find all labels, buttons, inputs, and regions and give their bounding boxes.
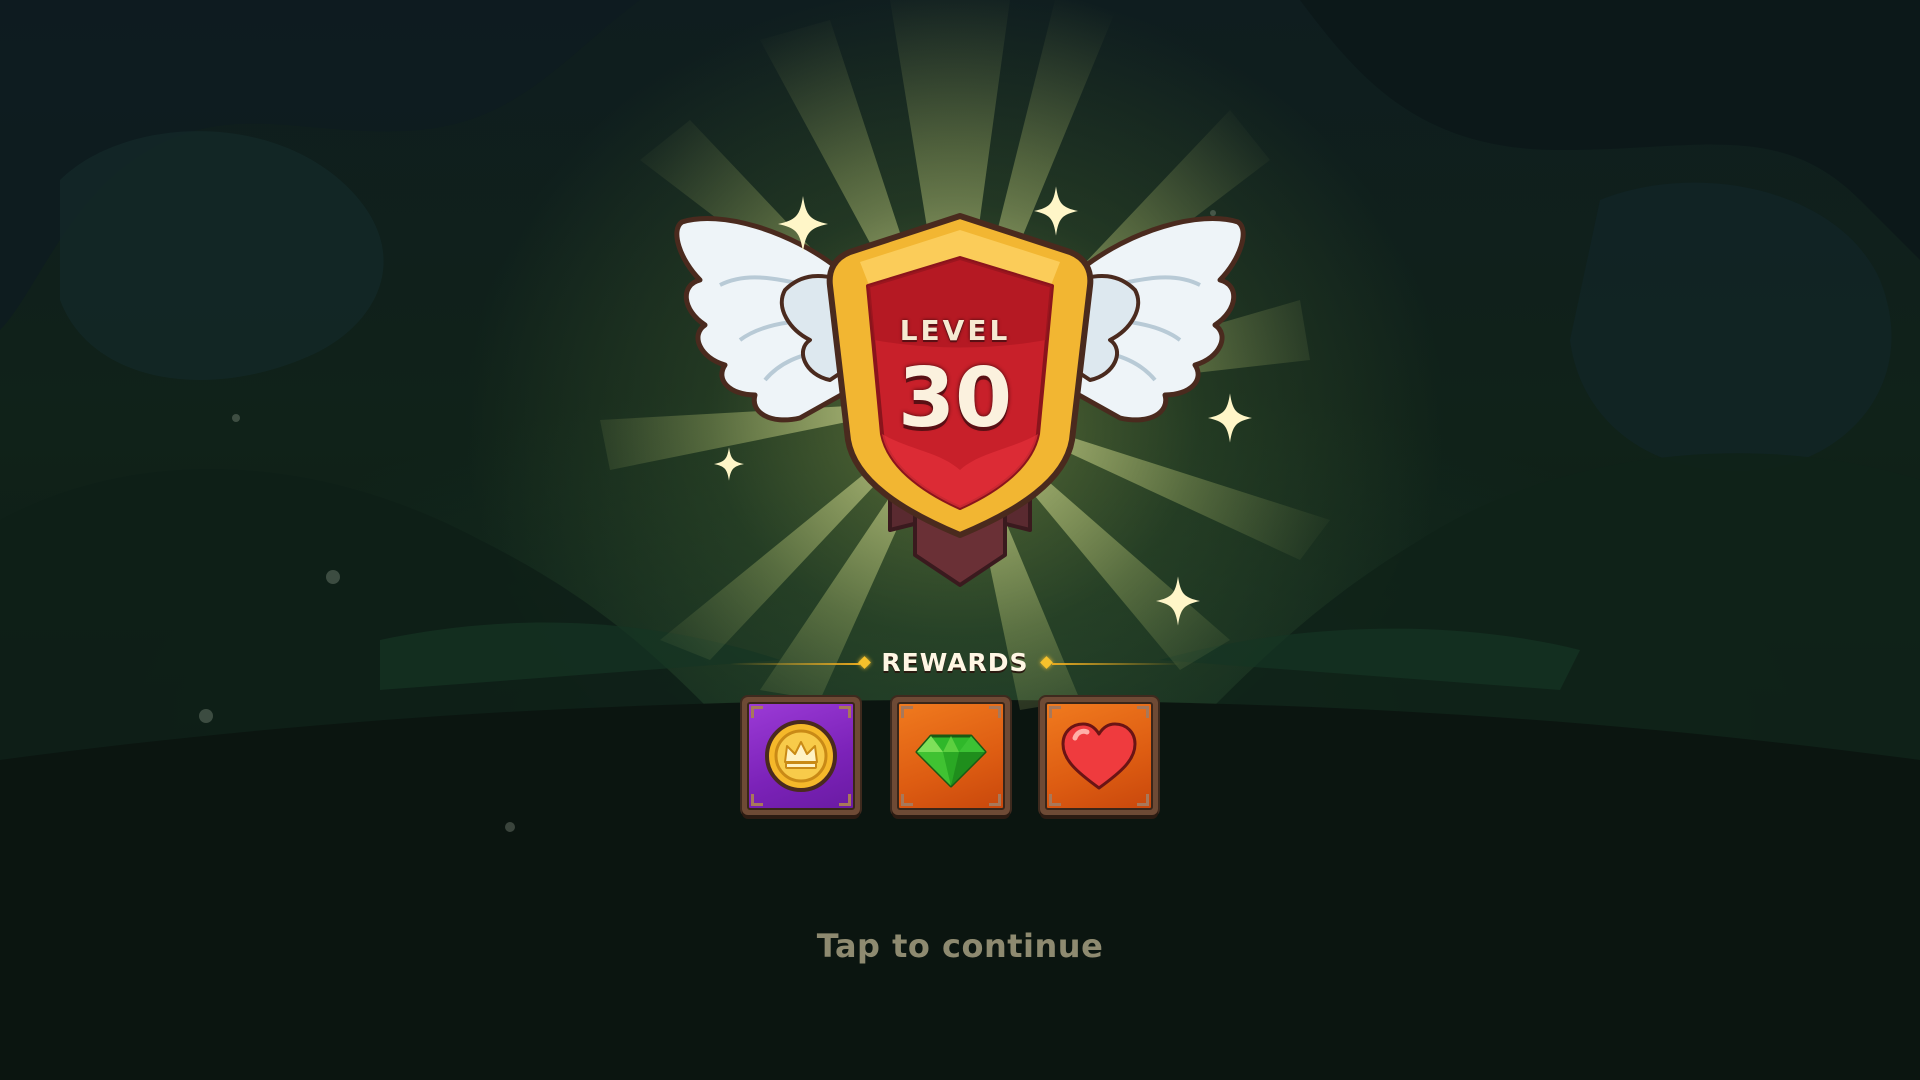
sparkle-icon [1208,393,1252,443]
level-number: 30 [897,351,1013,446]
reward-slot-crown-coin[interactable] [742,697,860,815]
divider-line [1052,663,1180,665]
green-gem-icon [915,734,987,788]
level-up-screen[interactable]: LEVEL 30 REWARDS Tap to continue [0,0,1920,1080]
sparkle-icon [1034,186,1078,236]
rewards-header: REWARDS [730,646,1180,682]
sparkle-icon [1156,576,1200,626]
heart-icon [1061,722,1137,790]
tap-to-continue-text[interactable]: Tap to continue [660,927,1260,965]
crown-coin-icon [765,720,837,792]
sparkle-icon [714,447,744,481]
reward-slot-heart[interactable] [1040,697,1158,815]
sparkle-icon [778,196,828,252]
reward-slot-green-gem[interactable] [892,697,1010,815]
level-label: LEVEL [899,314,1011,347]
